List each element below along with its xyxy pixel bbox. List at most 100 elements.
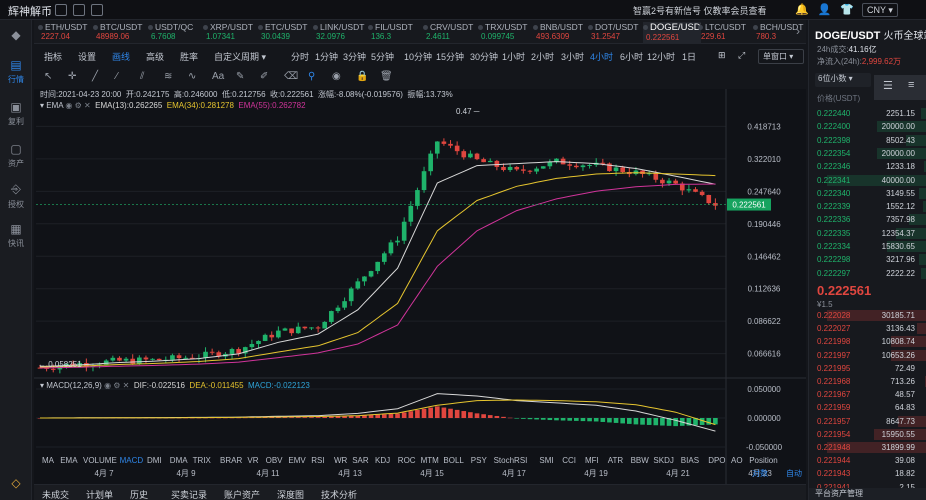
toolbar-item[interactable]: 画线 [112,50,130,63]
cross-icon[interactable]: ✛ [68,71,76,82]
bid-row[interactable]: 0.221948 31899.99 [809,442,926,454]
indicator-tab[interactable]: VOLUME [83,456,117,465]
indicator-tab[interactable]: SMI [539,456,553,465]
indicator-tab[interactable]: StochRSI [494,456,528,465]
indicator-tab[interactable]: TRIX [193,456,212,465]
bottom-tab[interactable]: 技术分析 [321,488,357,500]
bid-row[interactable]: 0.221954 15950.55 [809,428,926,441]
magnet-icon[interactable]: ⚲ [308,71,315,82]
ticker-tab[interactable]: BTC/USDT 48989.06 [93,22,145,44]
ask-row[interactable]: 0.222336 7357.98 [809,214,926,226]
bottom-tab[interactable]: 历史 [130,488,148,500]
sidebar-item-market[interactable]: ▤ 行情 [0,58,32,85]
toolbar-item[interactable]: 6小时 [620,50,643,63]
indicator-tab[interactable]: MTM [421,456,440,465]
diamond-icon[interactable]: ◇ [0,476,32,492]
indicator-tab[interactable]: BIAS [681,456,699,465]
ticker-tab[interactable]: BNB/USDT 493.6309 [533,22,585,44]
layout-icon[interactable]: ⊞ [718,50,726,61]
toolbar-item[interactable]: 1日 [682,50,696,63]
ask-row[interactable]: 0.222297 2222.22 [809,267,926,280]
ticker-tab[interactable]: DOT/USDT 31.2547 [588,22,640,44]
toolbar-item[interactable]: 30分钟 [470,50,498,63]
eye-icon[interactable]: ◉ ⚙ ✕ [65,101,90,110]
indicator-tab[interactable]: DMA [170,456,188,465]
ask-row[interactable]: 0.222340 3149.55 [809,187,926,200]
sidebar-item-assets[interactable]: ▢ 资产 [0,142,32,169]
cursor-icon[interactable]: ↖ [44,71,52,82]
pencil-icon[interactable]: ✐ [260,71,268,82]
indicator-tab[interactable]: KDJ [375,456,390,465]
bid-row[interactable]: 0.221943 18.82 [809,468,926,480]
eraser-icon[interactable]: ⌫ [284,71,298,82]
ticker-tab[interactable]: CRV/USDT 2.4611 [423,22,475,44]
ask-row[interactable]: 0.222346 1233.18 [809,161,926,173]
ask-row[interactable]: 0.222398 8502.43 [809,134,926,147]
bid-row[interactable]: 0.221998 10808.74 [809,336,926,348]
ask-row[interactable]: 0.222341 40000.00 [809,174,926,187]
indicator-tab[interactable]: OBV [266,456,284,465]
bid-row[interactable]: 0.221957 8647.73 [809,415,926,428]
bid-row[interactable]: 0.222027 3136.43 [809,323,926,335]
brush-icon[interactable]: ✎ [236,71,244,82]
toolbar-item[interactable]: 高级 [146,50,164,63]
sidebar-item-news[interactable]: ▦ 快讯 [0,222,32,249]
bid-row[interactable]: 0.221967 48.57 [809,389,926,401]
toolbar-item[interactable]: 自定义周期 ▾ [214,50,266,63]
currency-select[interactable]: CNY ▾ [862,3,898,17]
ticker-tab[interactable]: XRP/USDT 1.07341 [203,22,255,44]
toolbar-item[interactable]: 分时 [291,50,309,63]
back-icon[interactable] [55,4,67,16]
ticker-tab[interactable]: TRX/USDT 0.099745 [478,22,530,44]
bid-row[interactable]: 0.221995 72.49 [809,363,926,375]
shirt-icon[interactable]: 👕 [840,3,854,16]
bid-row[interactable]: 0.221959 64.83 [809,402,926,414]
toolbar-item[interactable]: 4小时 [590,50,613,63]
book-list-icon[interactable]: ≡ [908,79,914,91]
indicator-tab[interactable]: AO [731,456,743,465]
toolbar-item[interactable]: 12小时 [647,50,675,63]
price-chart-svg[interactable]: 0.418713 0.322010 0.247640 0.190446 0.146462… [34,89,806,484]
lock-icon[interactable]: 🔒 [356,71,368,82]
channel-icon[interactable]: ⫽ [140,71,144,82]
bell-icon[interactable]: 🔔 [795,3,809,16]
ticker-tab[interactable]: LINK/USDT 32.0976 [313,22,365,44]
ticker-next-icon[interactable]: › [796,24,800,38]
forward-icon[interactable] [73,4,85,16]
ray-icon[interactable]: ╱ [92,71,98,82]
indicator-tab[interactable]: CCI [562,456,576,465]
toolbar-item[interactable]: 2小时 [531,50,554,63]
ask-row[interactable]: 0.222339 1552.12 [809,201,926,213]
asset-management-footer[interactable]: 平台资产管理 [809,488,926,500]
indicator-tab[interactable]: SKDJ [653,456,673,465]
bid-row[interactable]: 0.222028 30185.71 [809,310,926,322]
indicator-tab[interactable]: RSI [311,456,324,465]
signal-notice[interactable]: 智赢2号有新信号 仅教率会员查看 [633,4,767,17]
indicator-tab[interactable]: Position [749,456,777,465]
indicator-tab[interactable]: MACD [120,456,144,465]
log-scale-toggle[interactable]: 对数 [752,468,768,478]
toolbar-item[interactable]: 1分钟 [315,50,338,63]
sidebar-item-auth[interactable]: ⎆ 授权 [0,182,32,210]
indicator-tab[interactable]: BRAR [220,456,242,465]
toolbar-item[interactable]: 3分钟 [343,50,366,63]
fullscreen-icon[interactable]: ⤢ [738,50,745,61]
ticker-tab[interactable]: FIL/USDT 136.3 [368,22,420,44]
indicator-tab[interactable]: EMV [288,456,306,465]
toolbar-item[interactable]: 1小时 [502,50,525,63]
bottom-tab[interactable]: 未成交 [42,488,69,500]
indicator-tab[interactable]: DMI [147,456,162,465]
ask-row[interactable]: 0.222440 2251.15 [809,108,926,120]
book-both-icon[interactable]: ☰ [883,79,893,92]
toolbar-item[interactable]: 指标 [44,50,62,63]
ask-row[interactable]: 0.222334 15830.65 [809,241,926,253]
toolbar-item[interactable]: 15分钟 [436,50,464,63]
window-mode-select[interactable]: 单窗口 ▾ [758,49,804,64]
ask-row[interactable]: 0.222400 20000.00 [809,121,926,133]
indicator-tab[interactable]: BBW [631,456,650,465]
indicator-tab[interactable]: EMA [60,456,78,465]
toolbar-item[interactable]: 胜率 [180,50,198,63]
toolbar-item[interactable]: 5分钟 [371,50,394,63]
ticker-tab[interactable]: ETH/USDT 2227.04 [38,22,90,44]
user-icon[interactable]: 👤 [818,3,832,16]
